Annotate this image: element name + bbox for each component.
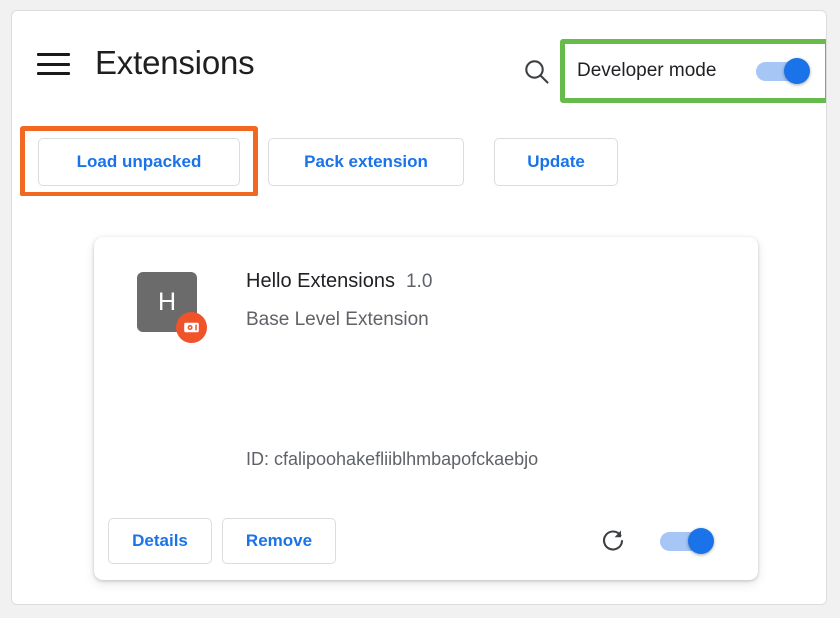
search-icon[interactable] (520, 56, 554, 90)
extension-id: ID: cfalipoohakefliiblhmbapofckaebjo (246, 449, 539, 469)
developer-mode-toggle[interactable] (756, 58, 810, 84)
developer-mode-label: Developer mode (577, 60, 717, 81)
extension-name: Hello Extensions (246, 270, 395, 292)
extension-name-row: Hello Extensions 1.0 (246, 270, 432, 293)
extension-card-footer: Details Remove (94, 504, 758, 580)
extensions-action-row: Load unpacked Pack extension Update (12, 106, 826, 291)
extensions-toolbar: Extensions Developer mode (12, 11, 826, 106)
extension-icon-wrapper: H (137, 272, 207, 343)
load-unpacked-button[interactable]: Load unpacked (38, 138, 240, 186)
extension-description: Base Level Extension (246, 309, 429, 330)
hamburger-bar-3 (37, 72, 70, 75)
extension-card[interactable]: H Hello Extensions 1.0 Base Level Extens… (94, 237, 758, 580)
hamburger-menu-icon[interactable] (37, 51, 71, 77)
developer-mode-row: Developer mode (565, 44, 825, 98)
page-title: Extensions (95, 44, 255, 81)
developer-mode-toggle-knob (784, 58, 810, 84)
extension-version: 1.0 (405, 271, 433, 292)
reload-icon[interactable] (599, 526, 629, 556)
update-button[interactable]: Update (494, 138, 618, 186)
extension-enabled-toggle[interactable] (660, 528, 714, 554)
details-button[interactable]: Details (108, 518, 212, 564)
hamburger-bar-2 (37, 62, 70, 66)
remove-button[interactable]: Remove (222, 518, 336, 564)
hamburger-bar-1 (37, 53, 70, 56)
extension-toggle-knob (688, 528, 714, 554)
extensions-content-area: H Hello Extensions 1.0 Base Level Extens… (12, 196, 826, 604)
pack-extension-button[interactable]: Pack extension (268, 138, 464, 186)
extensions-page-panel: Extensions Developer mode Load unpacked … (11, 10, 827, 605)
unpacked-extension-icon (176, 312, 207, 343)
